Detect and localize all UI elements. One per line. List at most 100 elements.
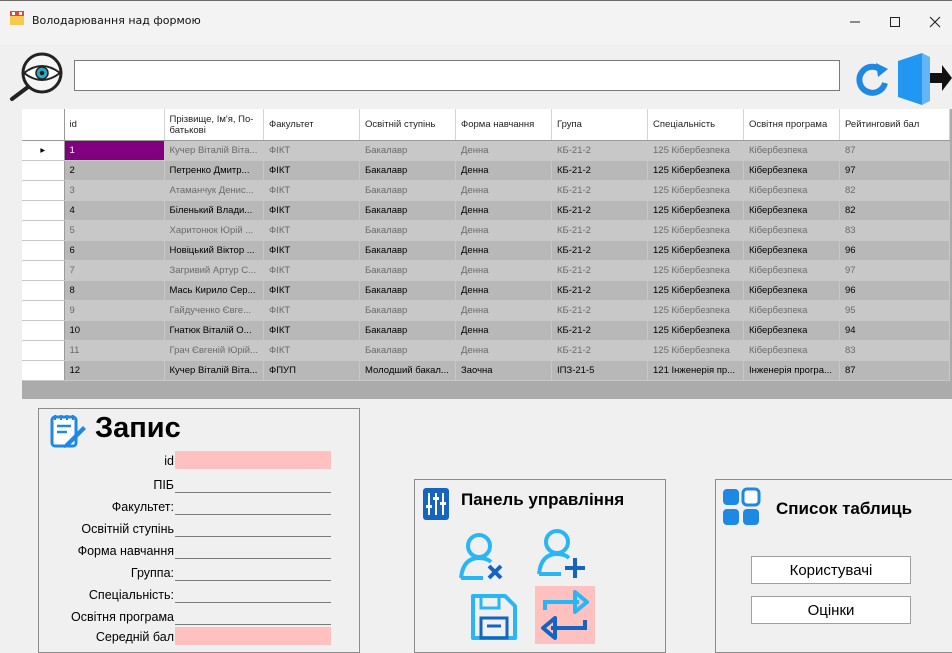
table-cell[interactable]: Кібербезпека: [743, 220, 840, 241]
table-cell[interactable]: Денна: [455, 340, 552, 361]
row-header[interactable]: [22, 180, 65, 201]
table-cell[interactable]: ФІКТ: [263, 140, 360, 161]
table-cell[interactable]: 87: [839, 360, 950, 381]
record-field-input[interactable]: [175, 607, 331, 625]
record-field-input[interactable]: [175, 475, 331, 493]
table-cell[interactable]: ФІКТ: [263, 220, 360, 241]
table-row[interactable]: 5 Харитонюк Юрій ... ФІКТ Бакалавр Денна КБ-2…: [22, 220, 950, 241]
students-grid[interactable]: id Прізвище, Ім'я, По-батькові Факультет…: [22, 109, 952, 399]
table-cell[interactable]: ІПЗ-21-5: [551, 360, 648, 381]
table-cell[interactable]: Грач Євгеній Юрій...: [164, 340, 264, 361]
table-row[interactable]: 3 Атаманчук Денис... ФІКТ Бакалавр Денна КБ-2…: [22, 180, 950, 201]
table-cell[interactable]: 125 Кібербезпека: [647, 320, 744, 341]
column-header[interactable]: Група: [551, 109, 648, 141]
table-row[interactable]: 11 Грач Євгеній Юрій... ФІКТ Бакалавр Денна К…: [22, 340, 950, 361]
search-input[interactable]: [74, 60, 840, 91]
row-header[interactable]: [22, 160, 65, 181]
table-cell[interactable]: Атаманчук Денис...: [164, 180, 264, 201]
row-header[interactable]: [22, 320, 65, 341]
table-cell[interactable]: ФІКТ: [263, 260, 360, 281]
table-cell[interactable]: Кібербезпека: [743, 320, 840, 341]
record-field-input[interactable]: [175, 541, 331, 559]
table-cell[interactable]: 10: [64, 320, 165, 341]
table-cell[interactable]: Загривий Артур С...: [164, 260, 264, 281]
delete-user-button[interactable]: [455, 528, 511, 584]
table-cell[interactable]: Гнатюк Віталій О...: [164, 320, 264, 341]
table-cell[interactable]: Бакалавр: [359, 240, 456, 261]
table-cell[interactable]: Заочна: [455, 360, 552, 381]
table-cell[interactable]: 121 Інженерія пр...: [647, 360, 744, 381]
table-cell[interactable]: 8: [64, 280, 165, 301]
table-cell[interactable]: КБ-21-2: [551, 300, 648, 321]
table-row[interactable]: 8 Мась Кирило Сер... ФІКТ Бакалавр Денна КБ-2…: [22, 280, 950, 301]
table-cell[interactable]: Денна: [455, 240, 552, 261]
table-cell[interactable]: 82: [839, 180, 950, 201]
table-cell[interactable]: Інженерія програ...: [743, 360, 840, 381]
table-cell[interactable]: Кібербезпека: [743, 160, 840, 181]
table-cell[interactable]: Денна: [455, 180, 552, 201]
table-cell[interactable]: Кібербезпека: [743, 240, 840, 261]
table-cell[interactable]: 95: [839, 300, 950, 321]
table-row[interactable]: 12 Кучер Віталій Віта... ФПУП Молодший бака…: [22, 360, 950, 381]
row-header[interactable]: [22, 260, 65, 281]
refresh-button[interactable]: [852, 59, 892, 99]
table-cell[interactable]: Бакалавр: [359, 300, 456, 321]
table-cell[interactable]: Харитонюк Юрій ...: [164, 220, 264, 241]
table-cell[interactable]: Кібербезпека: [743, 300, 840, 321]
table-cell[interactable]: 125 Кібербезпека: [647, 340, 744, 361]
table-cell[interactable]: КБ-21-2: [551, 180, 648, 201]
table-cell[interactable]: 125 Кібербезпека: [647, 180, 744, 201]
row-header[interactable]: [22, 240, 65, 261]
table-cell[interactable]: Кібербезпека: [743, 200, 840, 221]
column-header[interactable]: Рейтинговий бал: [839, 109, 950, 141]
table-cell[interactable]: ФІКТ: [263, 160, 360, 181]
table-cell[interactable]: КБ-21-2: [551, 200, 648, 221]
table-cell[interactable]: Новіцький Віктор ...: [164, 240, 264, 261]
column-header[interactable]: Освітній ступінь: [359, 109, 456, 141]
table-cell[interactable]: ФІКТ: [263, 280, 360, 301]
table-cell[interactable]: 11: [64, 340, 165, 361]
row-header[interactable]: [22, 200, 65, 221]
table-row[interactable]: 4 Біленький Влади... ФІКТ Бакалавр Денна КБ-2…: [22, 200, 950, 221]
table-cell[interactable]: Денна: [455, 320, 552, 341]
table-cell[interactable]: Бакалавр: [359, 280, 456, 301]
table-cell[interactable]: Бакалавр: [359, 160, 456, 181]
table-cell[interactable]: ФПУП: [263, 360, 360, 381]
close-button[interactable]: [918, 7, 952, 37]
row-header[interactable]: ▸: [22, 140, 65, 161]
table-cell[interactable]: Бакалавр: [359, 260, 456, 281]
table-cell[interactable]: Петренко Дмитр...: [164, 160, 264, 181]
table-cell[interactable]: Бакалавр: [359, 220, 456, 241]
table-cell[interactable]: Кібербезпека: [743, 260, 840, 281]
table-cell[interactable]: 82: [839, 200, 950, 221]
row-header[interactable]: [22, 340, 65, 361]
table-cell[interactable]: Молодший бакал...: [359, 360, 456, 381]
table-cell[interactable]: 94: [839, 320, 950, 341]
record-field-input[interactable]: [175, 563, 331, 581]
table-cell[interactable]: КБ-21-2: [551, 140, 648, 161]
record-field-input[interactable]: [175, 585, 331, 603]
table-cell[interactable]: Денна: [455, 300, 552, 321]
table-cell[interactable]: Кучер Віталій Віта...: [164, 140, 264, 161]
users-table-button[interactable]: Користувачі: [751, 556, 911, 584]
table-row[interactable]: 7 Загривий Артур С... ФІКТ Бакалавр Денна КБ-…: [22, 260, 950, 281]
table-cell[interactable]: ФІКТ: [263, 300, 360, 321]
table-cell[interactable]: 125 Кібербезпека: [647, 280, 744, 301]
table-cell[interactable]: 125 Кібербезпека: [647, 220, 744, 241]
table-cell[interactable]: 4: [64, 200, 165, 221]
record-field-input[interactable]: [175, 451, 331, 469]
table-cell[interactable]: Бакалавр: [359, 200, 456, 221]
table-cell[interactable]: Біленький Влади...: [164, 200, 264, 221]
column-header[interactable]: Форма навчання: [455, 109, 552, 141]
grades-table-button[interactable]: Оцінки: [751, 596, 911, 624]
table-cell[interactable]: 125 Кібербезпека: [647, 160, 744, 181]
table-cell[interactable]: ФІКТ: [263, 240, 360, 261]
table-cell[interactable]: 125 Кібербезпека: [647, 300, 744, 321]
table-row[interactable]: ▸ 1 Кучер Віталій Віта... ФІКТ Бакалавр Денна…: [22, 140, 950, 161]
table-row[interactable]: 9 Гайдученко Євге... ФІКТ Бакалавр Денна КБ-2…: [22, 300, 950, 321]
table-cell[interactable]: ФІКТ: [263, 340, 360, 361]
maximize-button[interactable]: [878, 7, 912, 37]
table-cell[interactable]: КБ-21-2: [551, 240, 648, 261]
column-header[interactable]: Прізвище, Ім'я, По-батькові: [164, 109, 264, 141]
table-cell[interactable]: Денна: [455, 160, 552, 181]
